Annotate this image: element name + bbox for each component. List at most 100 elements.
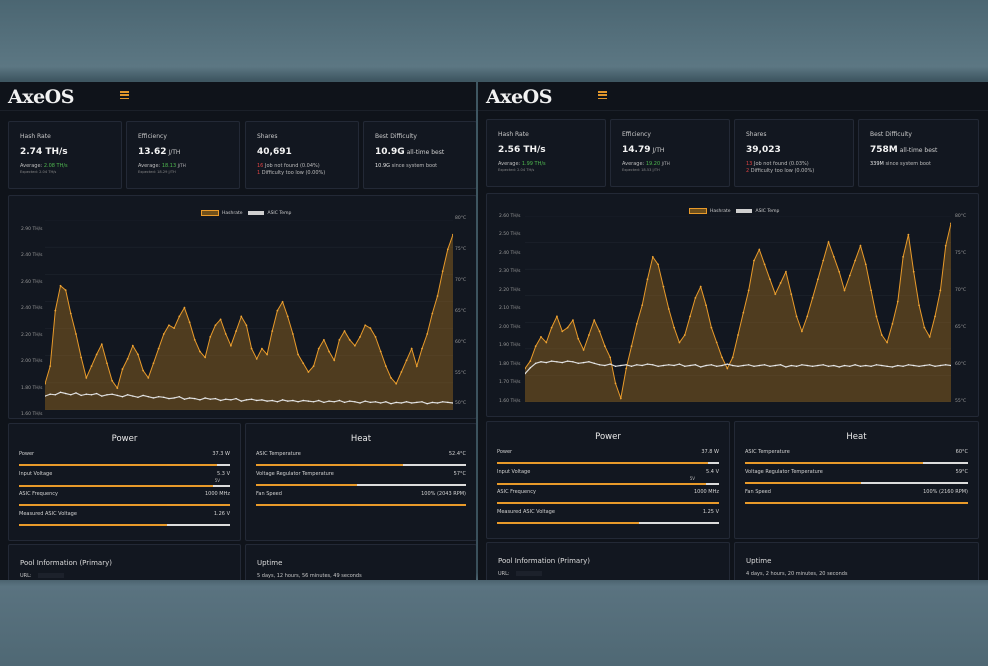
y-tick: 1.60 TH/s	[21, 412, 43, 417]
temp-point	[742, 364, 745, 367]
temp-point	[588, 361, 590, 363]
hashrate-point	[271, 330, 274, 332]
asic-frequency-label: ASIC Frequency	[497, 489, 536, 495]
axeos-logo[interactable]: AxeOS	[486, 86, 552, 108]
hashrate-expected: Expected: 2.04 TH/s	[498, 168, 535, 172]
input-voltage-bar	[19, 485, 230, 488]
hashrate-point	[742, 311, 745, 314]
hashrate-point	[779, 282, 782, 284]
hashrate-point	[864, 263, 867, 266]
input-voltage-bar	[497, 483, 719, 486]
heat-card: Heat ASIC Temperature 52.4°C Voltage Reg…	[245, 423, 476, 541]
chart-legend: Hashrate ASIC Temp	[195, 210, 291, 216]
hashrate-point	[896, 300, 899, 303]
temp-point	[194, 397, 196, 400]
temp-point	[214, 397, 217, 400]
hashrate-point	[400, 371, 403, 373]
temp-point	[902, 365, 904, 367]
hashrate-point	[261, 347, 263, 350]
y-tick: 2.20 TH/s	[21, 333, 43, 338]
temp-point	[849, 365, 851, 367]
axeos-logo[interactable]: AxeOS	[8, 86, 74, 108]
temp-point	[939, 364, 942, 367]
temp-point	[147, 396, 149, 398]
hashrate-point	[54, 309, 57, 312]
hashrate-point	[333, 359, 336, 362]
hashrate-point	[875, 315, 878, 318]
best-difficulty-label: Best Difficulty	[870, 131, 912, 138]
temp-point	[737, 365, 739, 367]
hashrate-point	[811, 296, 814, 299]
temp-point	[652, 364, 654, 366]
temp-point	[369, 401, 372, 404]
y-tick: 2.40 TH/s	[21, 306, 43, 311]
hashrate-point	[188, 321, 191, 324]
hashrate-point	[912, 270, 915, 273]
temp-point	[534, 362, 537, 365]
hashrate-point	[582, 349, 585, 351]
hashrate-point	[795, 315, 798, 318]
hashrate-point	[214, 324, 217, 327]
temp-point	[822, 364, 824, 366]
y-tick: 1.80 TH/s	[499, 362, 521, 367]
temp-point	[142, 394, 144, 397]
temp-point	[529, 367, 532, 369]
temp-point	[566, 360, 569, 362]
temp-point	[593, 362, 595, 365]
hashrate-value: 2.56 TH/s	[498, 145, 546, 155]
efficiency-label: Efficiency	[622, 131, 651, 138]
temp-point	[354, 401, 356, 403]
hashrate-point	[838, 270, 841, 273]
temp-point	[833, 364, 835, 367]
temp-point	[292, 399, 294, 402]
hashrate-point	[651, 256, 654, 258]
temp-point	[379, 402, 382, 404]
y-tick: 80°C	[455, 216, 467, 221]
temp-point	[694, 364, 697, 366]
hashrate-point	[436, 295, 439, 297]
hashrate-point	[657, 263, 660, 266]
temp-point	[678, 363, 681, 365]
temp-point	[604, 364, 606, 367]
hashrate-point	[577, 337, 580, 340]
hashrate-point	[934, 315, 936, 318]
temp-point	[59, 391, 62, 393]
hashrate-point	[80, 356, 83, 359]
efficiency-value: 13.62 J/TH	[138, 147, 181, 157]
y-tick: 2.30 TH/s	[499, 269, 521, 274]
hashrate-point	[902, 256, 904, 258]
uptime-card: Uptime 5 days, 12 hours, 56 minutes, 49 …	[245, 544, 476, 580]
hashrate-chart	[45, 220, 453, 410]
hashrate-point	[95, 353, 98, 356]
temp-point	[769, 365, 771, 367]
menu-icon[interactable]	[598, 91, 607, 99]
hashrate-point	[609, 356, 612, 359]
temp-point	[790, 364, 792, 367]
vr-temp-bar	[745, 482, 968, 485]
temp-point	[662, 364, 665, 367]
menu-icon[interactable]	[120, 91, 129, 99]
hashrate-point	[806, 315, 809, 318]
hashrate-point	[100, 343, 103, 346]
y-tick: 2.10 TH/s	[499, 306, 521, 311]
y-tick: 55°C	[955, 399, 967, 404]
hashrate-point	[721, 356, 723, 359]
temp-point	[609, 363, 611, 365]
hashrate-point	[673, 326, 675, 329]
hashrate-point	[848, 274, 851, 277]
pool-url-redacted	[37, 573, 64, 578]
hashrate-point	[106, 362, 108, 365]
hashrate-point	[534, 345, 537, 348]
hashrate-point	[662, 285, 665, 288]
hashrate-point	[178, 315, 181, 318]
hashrate-point	[785, 270, 787, 273]
hashrate-point	[774, 293, 777, 296]
hashrate-point	[801, 330, 803, 333]
temp-point	[219, 399, 222, 402]
power-label: Power	[19, 451, 35, 457]
temp-point	[426, 402, 428, 405]
temp-point	[668, 364, 670, 366]
hashrate-point	[209, 336, 212, 338]
hashrate-point	[219, 318, 222, 321]
hashrate-point	[343, 330, 346, 332]
